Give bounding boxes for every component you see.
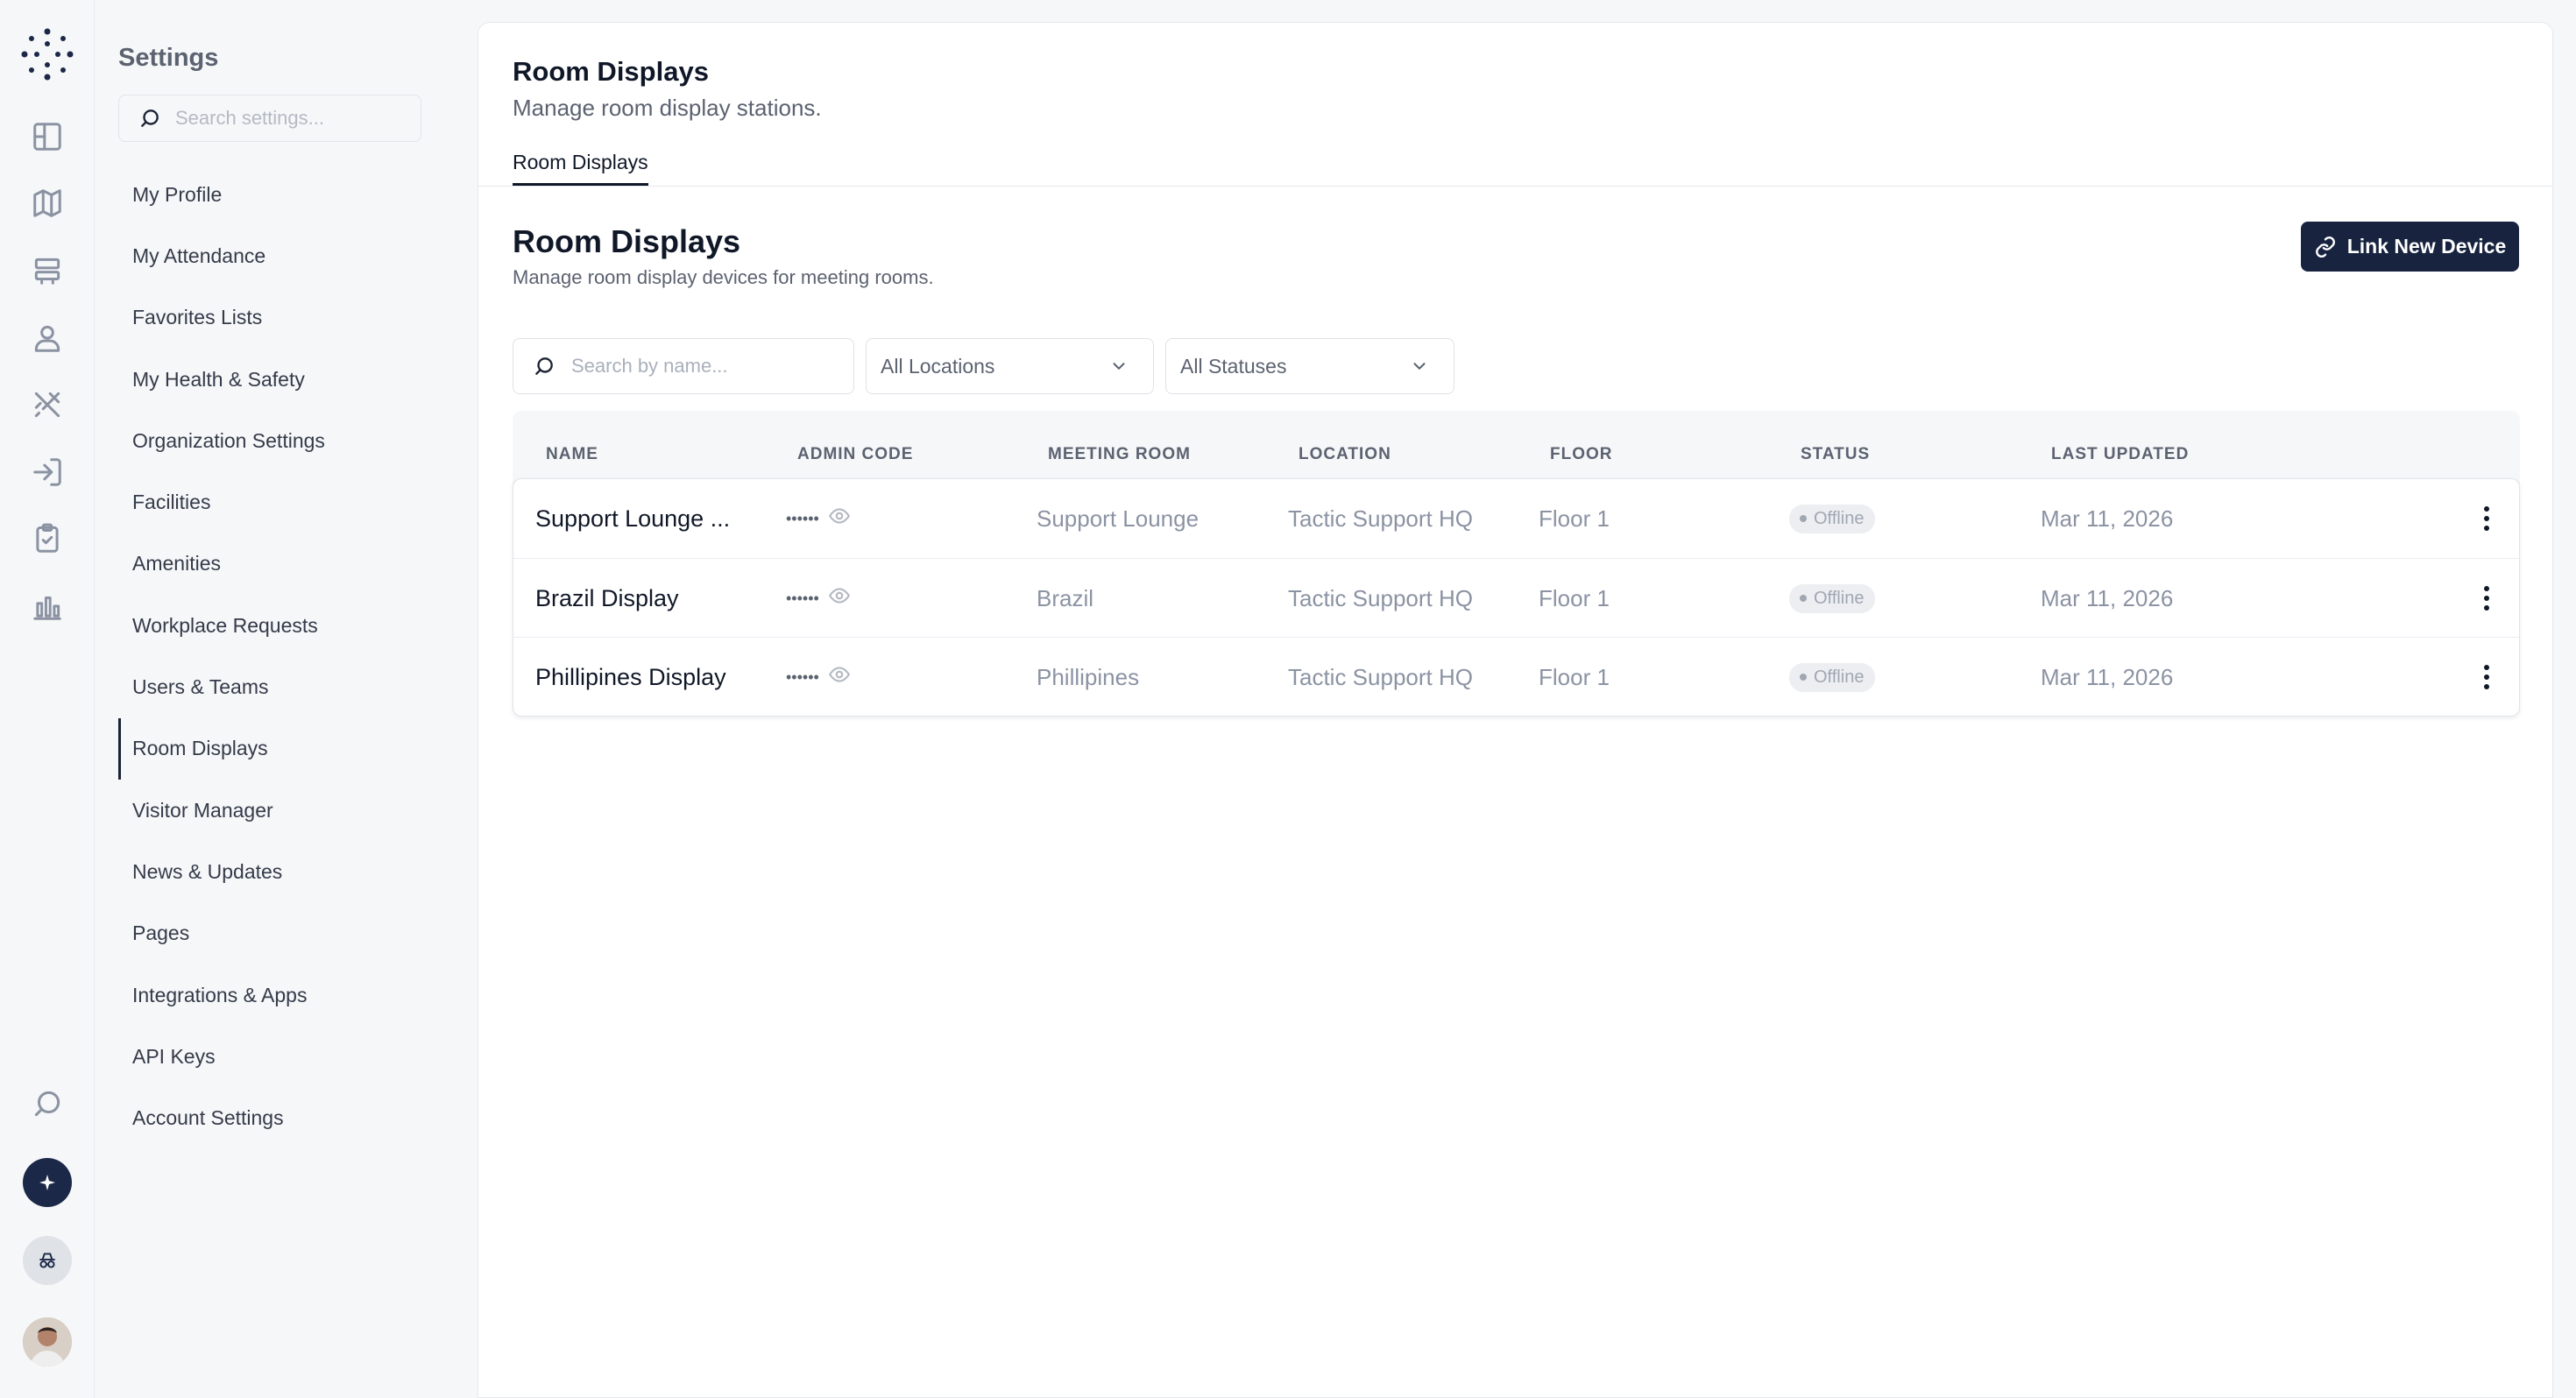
incognito-icon[interactable]	[23, 1236, 72, 1285]
page-title: Room Displays	[513, 56, 709, 87]
floor: Floor 1	[1539, 505, 1610, 532]
admin-code: ••••••	[786, 638, 851, 716]
sidebar-title: Settings	[118, 44, 219, 72]
bar-chart-icon[interactable]	[26, 585, 68, 627]
clipboard-check-icon[interactable]	[26, 518, 68, 560]
status-badge: Offline	[1789, 583, 1876, 613]
link-new-device-button[interactable]: Link New Device	[2301, 222, 2519, 272]
search-icon	[141, 109, 159, 127]
table-row[interactable]: Phillipines Display •••••• Phillipines T…	[513, 637, 2519, 716]
tab-room-displays[interactable]: Room Displays	[513, 151, 648, 186]
nav-item-api-keys[interactable]: API Keys	[118, 1026, 451, 1087]
nav-item-my-attendance[interactable]: My Attendance	[118, 225, 451, 286]
desk-icon[interactable]	[26, 250, 68, 292]
status-select-value: All Statuses	[1180, 354, 1287, 378]
status: Offline	[1789, 479, 1876, 558]
table-row[interactable]: Brazil Display •••••• Brazil Tactic Supp…	[513, 558, 2519, 637]
section-subtitle: Manage room display devices for meeting …	[513, 266, 934, 288]
nav-item-health-safety[interactable]: My Health & Safety	[118, 349, 451, 410]
last-updated: Mar 11, 2026	[2041, 584, 2174, 611]
nav-item-pages[interactable]: Pages	[118, 903, 451, 964]
more-options-icon[interactable]	[2469, 559, 2504, 638]
nav-item-organization-settings[interactable]: Organization Settings	[118, 410, 451, 471]
sparkle-icon[interactable]	[23, 1158, 72, 1207]
utensils-icon[interactable]	[26, 384, 68, 426]
device-search[interactable]	[513, 338, 854, 394]
search-icon	[535, 357, 553, 375]
status-select[interactable]: All Statuses	[1165, 338, 1454, 394]
nav-item-integrations-apps[interactable]: Integrations & Apps	[118, 964, 451, 1026]
avatar[interactable]	[23, 1317, 72, 1366]
last-updated: Mar 11, 2026	[2041, 663, 2174, 690]
device-name[interactable]: Phillipines Display	[535, 638, 726, 716]
link-new-device-label: Link New Device	[2346, 235, 2507, 258]
logo-icon[interactable]	[19, 26, 75, 82]
nav-item-room-displays[interactable]: Room Displays	[118, 717, 451, 780]
settings-search[interactable]	[118, 95, 421, 142]
more-options-icon[interactable]	[2469, 479, 2504, 558]
nav-item-amenities[interactable]: Amenities	[118, 533, 451, 595]
chevron-down-icon	[1413, 363, 1426, 370]
meeting-room: Phillipines	[1037, 663, 1140, 690]
location-select[interactable]: All Locations	[866, 338, 1154, 394]
floor: Floor 1	[1539, 663, 1610, 690]
admin-code-masked: ••••••	[786, 589, 819, 607]
search-icon[interactable]	[26, 1083, 68, 1125]
meeting-room: Brazil	[1037, 584, 1094, 611]
device-search-input[interactable]	[571, 355, 852, 378]
nav-item-facilities[interactable]: Facilities	[118, 471, 451, 533]
device-name[interactable]: Brazil Display	[535, 559, 679, 638]
nav-item-my-profile[interactable]: My Profile	[118, 164, 451, 225]
main-panel: Room Displays Manage room display statio…	[478, 22, 2553, 1398]
status: Offline	[1789, 638, 1876, 716]
nav-item-visitor-manager[interactable]: Visitor Manager	[118, 780, 451, 841]
status-badge: Offline	[1789, 504, 1876, 533]
section-title: Room Displays	[513, 223, 741, 259]
admin-code-masked: ••••••	[786, 667, 819, 686]
more-options-icon[interactable]	[2469, 638, 2504, 716]
nav-item-users-teams[interactable]: Users & Teams	[118, 656, 451, 717]
nav-item-favorites-lists[interactable]: Favorites Lists	[118, 287, 451, 349]
admin-code: ••••••	[786, 479, 851, 558]
devices-table: Support Lounge ... •••••• Support Lounge…	[513, 478, 2520, 717]
page-subtitle: Manage room display stations.	[513, 95, 822, 121]
nav-item-workplace-requests[interactable]: Workplace Requests	[118, 595, 451, 656]
admin-code: ••••••	[786, 559, 851, 638]
last-updated: Mar 11, 2026	[2041, 505, 2174, 532]
floor: Floor 1	[1539, 584, 1610, 611]
location-select-value: All Locations	[881, 354, 995, 378]
admin-code-masked: ••••••	[786, 509, 819, 527]
user-icon[interactable]	[26, 317, 68, 359]
icon-rail	[0, 0, 95, 1398]
nav-item-account-settings[interactable]: Account Settings	[118, 1087, 451, 1148]
nav-item-news-updates[interactable]: News & Updates	[118, 841, 451, 902]
settings-sidebar: Settings My Profile My Attendance Favori…	[95, 0, 477, 1398]
eye-icon[interactable]	[828, 663, 851, 692]
meeting-room: Support Lounge	[1037, 505, 1200, 532]
location: Tactic Support HQ	[1288, 505, 1473, 532]
location: Tactic Support HQ	[1288, 584, 1473, 611]
settings-search-input[interactable]	[175, 107, 412, 130]
map-icon[interactable]	[26, 182, 68, 224]
table-row[interactable]: Support Lounge ... •••••• Support Lounge…	[513, 479, 2519, 558]
sign-in-icon[interactable]	[26, 451, 68, 493]
eye-icon[interactable]	[828, 584, 851, 613]
eye-icon[interactable]	[828, 505, 851, 533]
location: Tactic Support HQ	[1288, 663, 1473, 690]
status-badge: Offline	[1789, 662, 1876, 692]
device-name[interactable]: Support Lounge ...	[535, 479, 730, 558]
layout-icon[interactable]	[26, 116, 68, 158]
tabs-divider	[478, 186, 2552, 187]
settings-nav: My Profile My Attendance Favorites Lists…	[118, 164, 451, 1149]
link-icon	[2315, 236, 2335, 258]
status: Offline	[1789, 559, 1876, 638]
chevron-down-icon	[1113, 363, 1125, 370]
